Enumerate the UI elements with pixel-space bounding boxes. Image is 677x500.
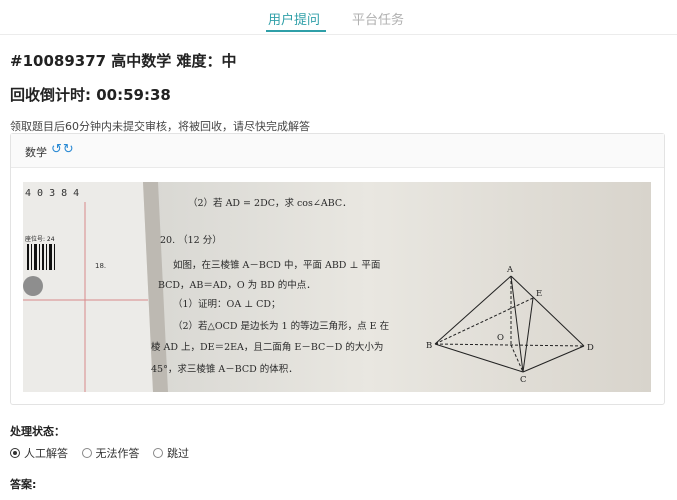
recycle-notice: 领取题目后60分钟内未提交审核，将被回收，请尽快完成解答 <box>10 120 310 133</box>
blur-mark <box>23 276 43 296</box>
task-title: #10089377 高中数学 难度：中 <box>10 52 237 70</box>
question-panel-header: 数学 ↺↻ <box>11 134 664 168</box>
question-line-3: （1）证明：OA ⊥ CD； <box>173 298 281 310</box>
question-line-2: BCD，AB＝AD，O 为 BD 的中点． <box>158 279 316 291</box>
rotate-controls: ↺↻ <box>51 142 75 157</box>
countdown-timer: 回收倒计时: 00:59:38 <box>10 86 171 104</box>
option-cannot-answer[interactable]: 无法作答 <box>81 445 140 461</box>
row-number: 18. <box>95 262 106 270</box>
page-numbers: 4 0 3 8 4 <box>25 188 79 199</box>
processing-options: 人工解答 无法作答 跳过 <box>10 445 199 461</box>
question-line-5: 棱 AD 上，DE＝2EA，且二面角 E－BC－D 的大小为 <box>151 341 383 353</box>
option-label: 无法作答 <box>95 447 140 460</box>
seat-label: 座位号: 24 <box>25 235 55 243</box>
rotate-left-icon[interactable]: ↺ <box>51 142 62 157</box>
radio-manual-answer[interactable] <box>10 448 20 458</box>
option-manual-answer[interactable]: 人工解答 <box>10 445 68 461</box>
rotate-right-icon[interactable]: ↻ <box>63 142 74 157</box>
question-line-1: 如图，在三棱锥 A－BCD 中，平面 ABD ⊥ 平面 <box>173 259 380 271</box>
subject-label: 数学 <box>25 146 47 159</box>
option-label: 人工解答 <box>24 447 68 460</box>
fig-label-a: A <box>506 265 514 275</box>
fig-label-e: E <box>536 289 542 299</box>
question-number: 20. （12 分） <box>160 234 222 246</box>
tab-user-questions[interactable]: 用户提问 <box>268 9 320 28</box>
prev-question-text: （2）若 AD = 2DC，求 cos∠ABC． <box>188 197 352 209</box>
radio-skip[interactable] <box>153 448 163 458</box>
fig-label-d: D <box>587 343 594 353</box>
top-tabs: 用户提问 平台任务 <box>0 0 677 36</box>
fig-label-b: B <box>426 341 432 351</box>
processing-status-label: 处理状态： <box>10 425 65 438</box>
tab-platform-tasks[interactable]: 平台任务 <box>352 9 404 28</box>
answer-label: 答案: <box>10 478 37 491</box>
fig-label-c: C <box>520 375 527 385</box>
active-tab-indicator <box>266 30 326 32</box>
fig-label-o: O <box>497 333 504 343</box>
question-line-4: （2）若△OCD 是边长为 1 的等边三角形，点 E 在 <box>173 320 389 332</box>
question-panel: 数学 ↺↻ 4 0 3 8 4 座位号: 24 18. （2）若 AD = 2D… <box>10 133 665 405</box>
option-skip[interactable]: 跳过 <box>153 445 189 461</box>
option-label: 跳过 <box>167 447 189 460</box>
question-line-6: 45°，求三棱锥 A－BCD 的体积． <box>151 363 298 375</box>
radio-cannot-answer[interactable] <box>81 448 92 458</box>
question-photo[interactable]: 4 0 3 8 4 座位号: 24 18. （2）若 AD = 2DC，求 co… <box>23 182 651 392</box>
tabs-divider <box>0 34 677 35</box>
